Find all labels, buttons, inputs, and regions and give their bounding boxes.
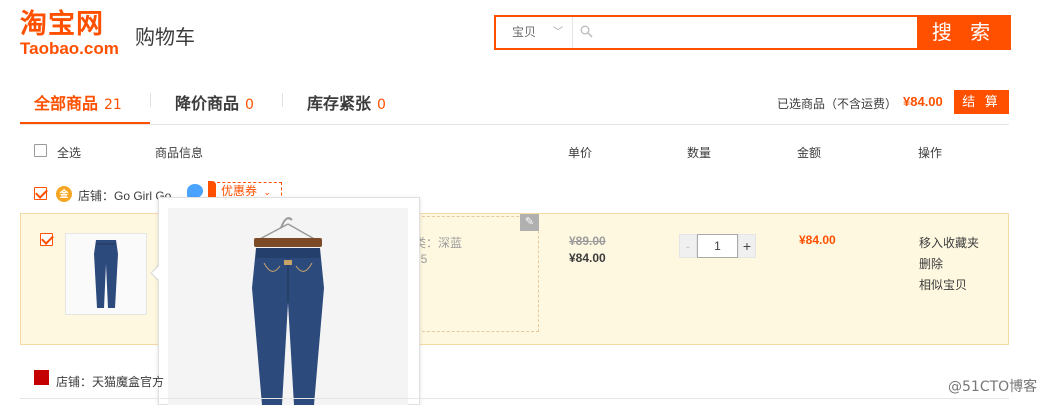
popup-pointer-inner xyxy=(152,266,159,280)
tab-divider xyxy=(150,93,151,107)
column-actions: 操作 xyxy=(918,146,943,160)
taobao-logo[interactable]: 淘宝网 Taobao.com xyxy=(20,10,130,58)
shop-checkbox[interactable] xyxy=(34,187,47,200)
tmall-icon xyxy=(34,370,49,385)
search-button[interactable]: 搜 索 xyxy=(917,15,1011,50)
logo-english-text: Taobao.com xyxy=(20,39,119,58)
edit-icon[interactable]: ✎ xyxy=(520,214,539,231)
shop-name-link[interactable]: 店铺：天猫魔盒官方 xyxy=(56,373,164,390)
column-amount: 金额 xyxy=(797,146,822,160)
logo-chinese-text: 淘宝网 xyxy=(20,9,104,40)
section-divider xyxy=(20,398,1009,399)
tab-price-drop[interactable]: 降价商品 0 xyxy=(175,90,254,114)
sku-color: 类：深蓝 xyxy=(414,236,463,250)
tab-all-items-label: 全部商品 xyxy=(34,94,99,113)
tab-price-drop-count: 0 xyxy=(245,97,254,113)
similar-items-link[interactable]: 相似宝贝 xyxy=(919,276,967,293)
search-type-label: 宝贝 xyxy=(512,25,537,39)
watermark: @51CTO博客 xyxy=(948,379,1038,395)
select-all-checkbox[interactable] xyxy=(34,144,47,157)
tabs-divider xyxy=(20,124,1009,125)
unit-price: ¥84.00 xyxy=(569,251,606,265)
shop-badge-icon: 金 xyxy=(56,186,72,202)
jeans-preview-image xyxy=(168,208,408,405)
tab-divider xyxy=(282,93,283,107)
selected-total-price: ¥84.00 xyxy=(903,94,943,109)
chevron-down-icon: ﹀ xyxy=(553,27,563,38)
item-thumbnail[interactable] xyxy=(65,233,147,315)
search-type-select[interactable]: 宝贝 ﹀ xyxy=(496,17,573,48)
tab-price-drop-label: 降价商品 xyxy=(175,94,240,113)
tab-low-stock[interactable]: 库存紧张 0 xyxy=(307,90,386,114)
coupon-label: 优惠券 xyxy=(221,184,258,198)
tab-all-items-count: 21 xyxy=(104,97,122,113)
chat-icon[interactable] xyxy=(187,184,203,198)
column-quantity: 数量 xyxy=(687,146,712,160)
checkout-button[interactable]: 结 算 xyxy=(954,90,1009,114)
item-checkbox[interactable] xyxy=(40,233,53,246)
page-title: 购物车 xyxy=(135,25,195,49)
selected-items-label: 已选商品（不含运费） xyxy=(777,97,898,111)
search-icon xyxy=(580,25,593,38)
column-unit-price: 单价 xyxy=(568,146,593,160)
tab-all-items[interactable]: 全部商品 21 xyxy=(34,90,122,114)
search-bar: 宝贝 ﹀ 搜 索 xyxy=(494,15,1011,50)
delete-link[interactable]: 删除 xyxy=(919,255,943,272)
select-all-label[interactable]: 全选 xyxy=(57,144,81,161)
jeans-thumbnail-image xyxy=(66,234,146,314)
search-input[interactable] xyxy=(596,19,914,46)
item-amount: ¥84.00 xyxy=(799,233,836,247)
quantity-input[interactable]: 1 xyxy=(697,234,738,258)
move-to-favorites-link[interactable]: 移入收藏夹 xyxy=(919,234,979,251)
column-product-info: 商品信息 xyxy=(155,146,204,160)
tab-low-stock-count: 0 xyxy=(377,97,386,113)
quantity-decrease-button[interactable]: - xyxy=(679,234,697,258)
tab-low-stock-label: 库存紧张 xyxy=(307,94,372,113)
quantity-increase-button[interactable]: + xyxy=(738,234,756,258)
chevron-down-icon: ⌄ xyxy=(263,187,271,197)
original-price: ¥89.00 xyxy=(569,234,606,248)
